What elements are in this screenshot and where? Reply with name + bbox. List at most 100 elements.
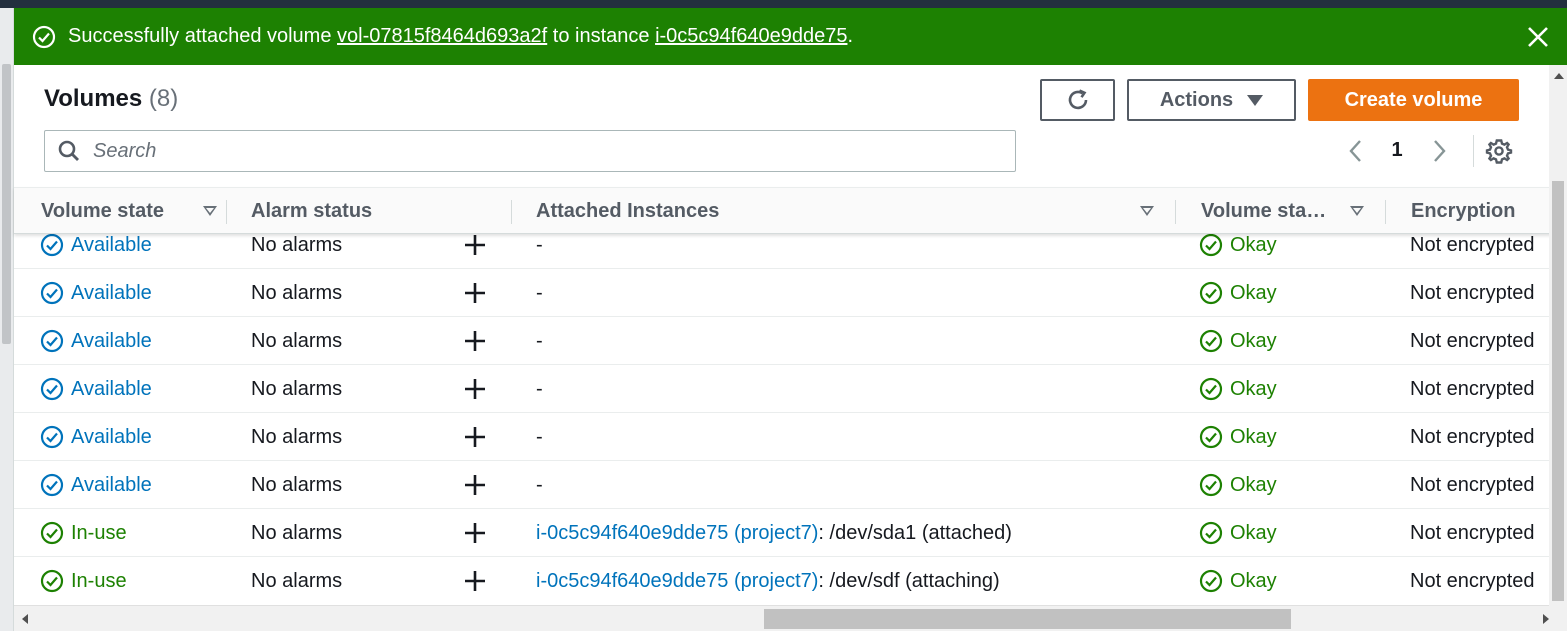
encryption-text: Not encrypted: [1410, 473, 1535, 496]
cell-add-alarm[interactable]: [464, 413, 486, 461]
plus-icon[interactable]: [464, 426, 486, 448]
volume-state-text: Available: [71, 473, 152, 496]
cell-add-alarm[interactable]: [464, 317, 486, 365]
scroll-left-arrow[interactable]: [22, 614, 28, 624]
cell-add-alarm[interactable]: [464, 461, 486, 509]
cell-add-alarm[interactable]: [464, 557, 486, 604]
refresh-icon: [1068, 89, 1087, 110]
check-circle-green-icon: [1199, 329, 1223, 353]
create-volume-label: Create volume: [1344, 88, 1483, 111]
cell-add-alarm[interactable]: [464, 365, 486, 413]
column-resizer[interactable]: [1385, 200, 1386, 224]
column-header-alarm-status[interactable]: Alarm status: [251, 188, 372, 234]
left-scrollbar-thumb[interactable]: [2, 64, 11, 344]
encryption-text: Not encrypted: [1410, 521, 1535, 544]
plus-icon[interactable]: [464, 330, 486, 352]
scroll-up-arrow[interactable]: [1554, 73, 1564, 79]
cell-alarm-status: No alarms: [251, 461, 342, 509]
column-header-encryption[interactable]: Encryption: [1411, 188, 1515, 234]
table-row[interactable]: Available No alarms - Okay Not encrypted: [14, 234, 1567, 269]
table-row[interactable]: Available No alarms - Okay Not encrypted: [14, 413, 1567, 461]
chevron-left-icon[interactable]: [1344, 137, 1368, 165]
vertical-scrollbar-thumb[interactable]: [1552, 181, 1564, 601]
alarm-status-text: No alarms: [251, 473, 343, 496]
volume-status-text: Okay: [1230, 521, 1277, 544]
attached-instance-detail: -: [536, 377, 543, 400]
cell-attached-instances: -: [536, 234, 543, 269]
cell-add-alarm[interactable]: [464, 509, 486, 557]
volume-state-text: In-use: [71, 521, 127, 544]
refresh-button[interactable]: [1040, 79, 1115, 121]
chevron-right-icon[interactable]: [1427, 137, 1451, 165]
actions-label: Actions: [1159, 88, 1234, 111]
attached-instance-link[interactable]: i-0c5c94f640e9dde75 (project7): [536, 522, 818, 545]
cell-alarm-status: No alarms: [251, 413, 342, 461]
check-circle-green-icon: [1199, 473, 1223, 497]
flash-prefix: Successfully attached volume: [68, 25, 338, 47]
table-row[interactable]: Available No alarms - Okay Not encrypted: [14, 365, 1567, 413]
plus-icon[interactable]: [464, 474, 486, 496]
table-row[interactable]: Available No alarms - Okay Not encrypted: [14, 461, 1567, 509]
plus-icon[interactable]: [464, 282, 486, 304]
flash-volume-link[interactable]: vol-07815f8464d693a2f: [337, 25, 547, 48]
page-number-current[interactable]: 1: [1386, 139, 1408, 162]
volume-status-text: Okay: [1230, 234, 1277, 256]
cell-add-alarm[interactable]: [464, 234, 486, 269]
sort-filter-icon[interactable]: [1140, 206, 1154, 216]
browser-top-strip: [0, 0, 1567, 8]
column-resizer[interactable]: [226, 200, 227, 224]
search-input[interactable]: [93, 139, 973, 163]
alarm-status-text: No alarms: [251, 329, 343, 352]
plus-icon[interactable]: [464, 570, 486, 592]
volume-state-text: Available: [71, 281, 152, 304]
attached-instance-link[interactable]: i-0c5c94f640e9dde75 (project7): [536, 570, 818, 593]
sort-filter-icon[interactable]: [203, 206, 217, 216]
search-box[interactable]: [44, 130, 1016, 172]
table-row[interactable]: Available No alarms - Okay Not encrypted: [14, 269, 1567, 317]
sort-filter-icon[interactable]: [1350, 206, 1364, 216]
volume-status-text: Okay: [1230, 329, 1277, 352]
search-icon: [58, 140, 79, 161]
plus-icon[interactable]: [464, 234, 486, 256]
cell-volume-status: Okay: [1199, 509, 1277, 557]
table-row[interactable]: In-use No alarms i-0c5c94f640e9dde75 (proj…: [14, 557, 1567, 604]
column-resizer[interactable]: [1175, 200, 1176, 224]
vertical-scrollbar[interactable]: [1549, 65, 1567, 606]
volume-status-text: Okay: [1230, 473, 1277, 496]
close-icon[interactable]: [1525, 24, 1551, 50]
column-label: Volume state: [41, 199, 164, 222]
table-row[interactable]: Available No alarms - Okay Not encrypted: [14, 317, 1567, 365]
column-header-attached-instances[interactable]: Attached Instances: [536, 188, 1154, 234]
encryption-text: Not encrypted: [1410, 425, 1535, 448]
horizontal-scrollbar[interactable]: [14, 605, 1567, 631]
alarm-status-text: No alarms: [251, 425, 343, 448]
gear-icon[interactable]: [1485, 137, 1513, 165]
column-header-volume-state[interactable]: Volume state: [41, 188, 217, 234]
cell-volume-state: Available: [40, 461, 152, 509]
cell-alarm-status: No alarms: [251, 557, 342, 604]
create-volume-button[interactable]: Create volume: [1308, 79, 1519, 121]
volume-state-text: Available: [71, 377, 152, 400]
column-header-volume-status[interactable]: Volume sta…: [1201, 188, 1364, 234]
horizontal-scrollbar-thumb[interactable]: [764, 609, 1291, 629]
left-scrollbar[interactable]: [0, 8, 14, 631]
attached-instance-detail: -: [536, 425, 543, 448]
encryption-text: Not encrypted: [1410, 281, 1535, 304]
volume-status-text: Okay: [1230, 425, 1277, 448]
table-body: Available No alarms - Okay Not encrypted Avai…: [14, 234, 1567, 604]
cell-volume-status: Okay: [1199, 234, 1277, 269]
column-resizer[interactable]: [511, 200, 512, 224]
flash-instance-link[interactable]: i-0c5c94f640e9dde75: [655, 25, 847, 48]
cell-attached-instances: -: [536, 269, 543, 317]
column-label: Alarm status: [251, 199, 373, 222]
attached-instance-detail: -: [536, 473, 543, 496]
plus-icon[interactable]: [464, 378, 486, 400]
check-circle-blue-icon: [40, 473, 64, 497]
cell-encryption: Not encrypted: [1410, 365, 1535, 413]
actions-dropdown[interactable]: Actions: [1127, 79, 1296, 121]
cell-volume-state: In-use: [40, 509, 127, 557]
plus-icon[interactable]: [464, 522, 486, 544]
table-row[interactable]: In-use No alarms i-0c5c94f640e9dde75 (proj…: [14, 509, 1567, 557]
cell-add-alarm[interactable]: [464, 269, 486, 317]
scroll-right-arrow[interactable]: [1543, 614, 1549, 624]
